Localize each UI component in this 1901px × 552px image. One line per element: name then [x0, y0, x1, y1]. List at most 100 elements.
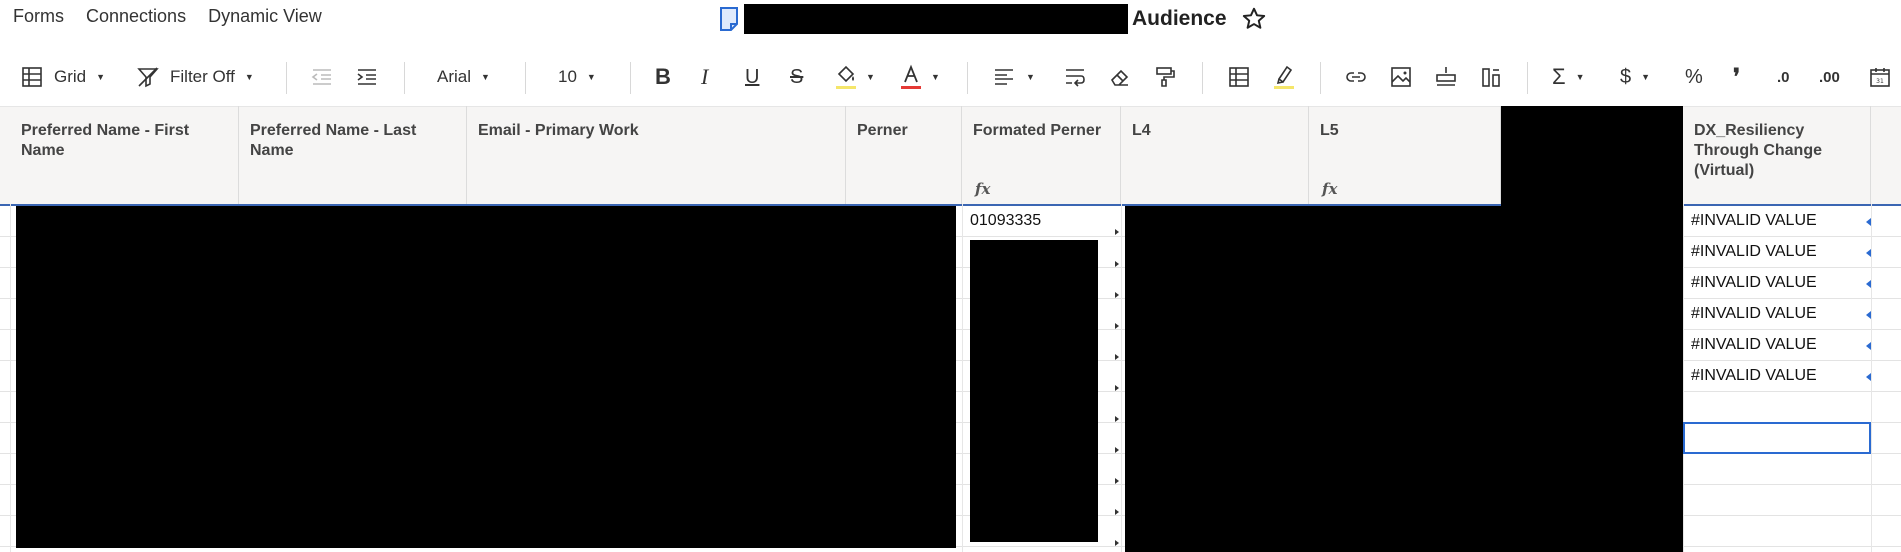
bold-button[interactable]: B — [655, 56, 671, 98]
column-header-l5[interactable]: L5 fx — [1309, 106, 1501, 204]
cell-dx-value[interactable]: #INVALID VALUE — [1683, 268, 1871, 298]
column-header-dx-resiliency[interactable]: DX_Resiliency Through Change (Virtual) — [1683, 106, 1871, 204]
star-icon[interactable] — [1241, 6, 1267, 32]
link-button[interactable] — [1344, 56, 1368, 98]
increase-decimal-button[interactable]: .00 — [1819, 56, 1840, 98]
currency-button[interactable]: $ ▼ — [1620, 56, 1650, 98]
align-button[interactable]: ▼ — [992, 56, 1035, 98]
highlight-button[interactable] — [1272, 56, 1296, 98]
redacted-region — [970, 240, 1098, 542]
column-header-formated-perner[interactable]: Formated Perner fx — [962, 106, 1121, 204]
svg-text:31: 31 — [1876, 78, 1884, 85]
cell-dx-value[interactable]: #INVALID VALUE — [1683, 330, 1871, 360]
spreadsheet-grid: Preferred Name - First Name Preferred Na… — [0, 106, 1901, 552]
strikethrough-button[interactable]: S — [790, 56, 803, 98]
italic-icon: I — [701, 64, 709, 89]
increase-decimal-icon: .00 — [1819, 68, 1840, 86]
cell-dx-value[interactable]: #INVALID VALUE — [1683, 361, 1871, 391]
percent-icon: % — [1685, 65, 1703, 88]
filter-label: Filter Off — [170, 67, 235, 86]
clear-format-button[interactable] — [1108, 56, 1132, 98]
menu-forms[interactable]: Forms — [13, 6, 64, 27]
column-header-perner[interactable]: Perner — [846, 106, 962, 204]
format-painter-icon — [1156, 67, 1175, 87]
image-icon — [1391, 67, 1411, 87]
insert-column-button[interactable] — [1479, 56, 1503, 98]
chevron-down-icon: ▼ — [96, 72, 106, 82]
redacted-region — [16, 206, 956, 548]
link-icon — [1346, 72, 1366, 82]
column-header-first-name[interactable]: Preferred Name - First Name — [10, 106, 239, 204]
filter-selector[interactable]: Filter Off ▼ — [136, 56, 254, 98]
chevron-down-icon: ▼ — [931, 72, 940, 82]
underline-button[interactable]: U — [745, 56, 759, 98]
table-icon — [1229, 67, 1249, 87]
sheet-doc-icon — [720, 7, 738, 31]
column-header-l4[interactable]: L4 — [1121, 106, 1309, 204]
toolbar: Grid ▼ Filter Off ▼ Arial ▼ 10 ▼ B I U S… — [0, 56, 1901, 98]
chevron-down-icon: ▼ — [1575, 72, 1585, 82]
chevron-down-icon: ▼ — [481, 72, 490, 82]
align-icon — [995, 69, 1013, 85]
font-family-select[interactable]: Arial ▼ — [437, 56, 490, 98]
fill-color-icon — [836, 65, 856, 89]
formula-icon: fx — [1322, 180, 1338, 198]
cell-dx-value[interactable]: #INVALID VALUE — [1683, 206, 1871, 236]
insert-row-button[interactable] — [1434, 56, 1458, 98]
italic-button[interactable]: I — [701, 56, 708, 98]
column-header-last-name[interactable]: Preferred Name - Last Name — [239, 106, 467, 204]
format-painter-button[interactable] — [1153, 56, 1177, 98]
column-header-formated-perner-label: Formated Perner — [973, 122, 1102, 139]
column-header-email[interactable]: Email - Primary Work — [467, 106, 846, 204]
view-label: Grid — [54, 67, 87, 86]
cell-dx-value[interactable]: #INVALID VALUE — [1683, 299, 1871, 329]
filter-icon — [137, 67, 159, 88]
menu-dynamic-view[interactable]: Dynamic View — [208, 6, 322, 27]
table-button[interactable] — [1227, 56, 1251, 98]
chevron-down-icon: ▼ — [586, 72, 596, 82]
decrease-decimal-icon: .0 — [1777, 68, 1790, 86]
strikethrough-icon: S — [790, 65, 804, 88]
font-size-select[interactable]: 10 ▼ — [558, 56, 596, 98]
date-icon: 31 — [1870, 68, 1890, 87]
chevron-down-icon: ▼ — [866, 72, 875, 82]
grid-icon — [22, 67, 42, 87]
top-menu: Forms Connections Dynamic View — [13, 6, 322, 27]
cell-formated-perner[interactable]: 01093335 — [962, 206, 1121, 236]
insert-row-icon — [1436, 67, 1456, 86]
redacted-region — [1125, 206, 1683, 552]
document-title-area: Audience — [718, 4, 1267, 34]
font-size-value: 10 — [558, 67, 577, 86]
comma-icon: ❜ — [1733, 64, 1741, 89]
highlight-icon — [1274, 65, 1294, 89]
decrease-decimal-button[interactable]: .0 — [1777, 56, 1790, 98]
wrap-text-icon — [1066, 69, 1085, 87]
chevron-down-icon: ▼ — [1026, 72, 1035, 82]
bold-icon: B — [655, 64, 671, 89]
view-selector[interactable]: Grid ▼ — [20, 56, 105, 98]
wrap-text-button[interactable] — [1063, 56, 1087, 98]
indent-button[interactable] — [355, 56, 379, 98]
selected-cell[interactable] — [1683, 422, 1871, 454]
eraser-icon — [1110, 69, 1129, 86]
chevron-down-icon: ▼ — [244, 72, 254, 82]
menu-connections[interactable]: Connections — [86, 6, 186, 27]
document-title[interactable]: Audience — [1132, 7, 1227, 31]
comma-button[interactable]: ❜ — [1733, 56, 1740, 98]
fill-color-button[interactable]: ▼ — [834, 56, 875, 98]
date-button[interactable]: 31 — [1868, 56, 1892, 98]
indent-icon — [357, 69, 376, 85]
text-color-icon — [901, 64, 921, 89]
text-color-button[interactable]: ▼ — [899, 56, 940, 98]
underline-icon: U — [745, 65, 760, 88]
image-button[interactable] — [1389, 56, 1413, 98]
redacted-region — [1501, 106, 1683, 206]
chevron-down-icon: ▼ — [1641, 72, 1651, 82]
font-family-value: Arial — [437, 67, 472, 86]
sum-button[interactable]: Σ ▼ — [1552, 56, 1585, 98]
percent-button[interactable]: % — [1685, 56, 1703, 98]
insert-column-icon — [1482, 68, 1500, 87]
outdent-button[interactable] — [310, 56, 334, 98]
cell-dx-value[interactable]: #INVALID VALUE — [1683, 237, 1871, 267]
outdent-icon — [311, 69, 331, 85]
